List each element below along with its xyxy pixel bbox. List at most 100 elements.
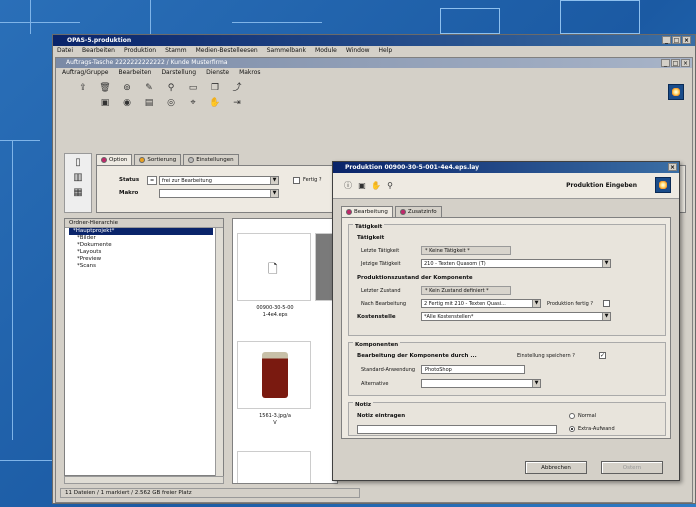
copy-icon[interactable]: ❐ [208,82,222,94]
folder-tree: Ordner-Hierarchie *Hauptprojekt* *Bilder… [64,218,224,476]
desktop-box [440,8,500,34]
tab-einstellungen[interactable]: Einstellungen [183,154,239,165]
dialog-body: Tätigkeit Tätigkeit Letzte Tätigkeit * K… [341,217,671,439]
image-icon[interactable]: ▤ [142,97,156,109]
produktion-fertig-checkbox[interactable] [603,300,610,307]
menu-bearbeiten[interactable]: Bearbeiten [82,46,115,56]
child-titlebar: Auftrags-Tasche 2222222222222 / Kunde Mu… [56,58,692,68]
tree-item-bilder[interactable]: *Bilder [65,235,223,242]
chevron-down-icon: ▼ [532,300,540,307]
app-title: OPAS-5.produktion [67,37,132,44]
makro-select[interactable]: ▼ [159,189,279,198]
document-icon[interactable]: ▯ [71,157,85,169]
export-icon[interactable]: ⇪ [76,82,90,94]
kostenstelle-value: *Alle Kostenstellen* [424,314,474,320]
menu-produktion[interactable]: Produktion [124,46,156,56]
menu-stamm[interactable]: Stamm [165,46,187,56]
kostenstelle-label: Kostenstelle [357,314,396,320]
tools-icon[interactable]: ✎ [142,82,156,94]
info-icon[interactable]: ⓘ [341,180,355,192]
status-value: frei zur Bearbeitung [162,178,212,184]
tab-zusatzinfo[interactable]: Zusatzinfo [394,206,442,217]
thumbnail-jar[interactable] [237,341,311,409]
jetzige-select[interactable]: 210 - Texten Quasom (T) ▼ [421,259,611,268]
einstellung-checkbox[interactable]: ✓ [599,352,606,359]
chevron-down-icon: ▼ [270,177,278,184]
tree-item-scans[interactable]: *Scans [65,263,223,270]
menu-auftrag[interactable]: Auftrag/Gruppe [62,68,108,78]
arrow-icon[interactable]: ⤴ [230,82,244,94]
tree-item-layouts[interactable]: *Layouts [65,249,223,256]
notiz-input[interactable] [357,425,557,434]
menu-help[interactable]: Help [379,46,393,56]
dialog-close-button[interactable]: × [668,163,677,171]
notiz-label: Notiz eintragen [357,413,406,419]
taetigkeit-sub: Tätigkeit [357,235,385,241]
tab-option[interactable]: Option [96,154,133,165]
tree-item-hauptprojekt[interactable]: *Hauptprojekt* [69,228,213,235]
stack-icon[interactable]: ▦ [71,187,85,199]
tree-item-preview[interactable]: *Preview [65,256,223,263]
desktop-line [0,22,80,23]
menu-medien[interactable]: Medien-Bestelleesen [196,46,258,56]
package-icon[interactable]: ▣ [355,180,369,192]
tree-hscrollbar[interactable] [64,476,224,484]
nach-bearbeitung-select[interactable]: 2 Fertig mit 210 - Texten Quasi... ▼ [421,299,541,308]
desktop-line [232,22,322,23]
dialog-title: Produktion 00900-30-5-001-4e4.eps.lay [345,164,480,171]
menu-bearbeiten-2[interactable]: Bearbeiten [118,68,151,78]
menu-makros[interactable]: Makros [239,68,260,78]
thumbnail-next[interactable] [237,451,311,483]
radio-extra[interactable] [569,426,575,432]
standard-input[interactable]: PhotoShop [421,365,525,374]
target-icon[interactable]: ◎ [164,97,178,109]
thumb-caption: 1561-3.jpg/a [259,413,291,419]
radio-normal[interactable] [569,413,575,419]
binoculars-icon[interactable]: ⊚ [120,82,134,94]
letzter-zustand-label: Letzter Zustand [361,288,401,294]
menu-window[interactable]: Window [346,46,370,56]
tree-item-dokumente[interactable]: *Dokumente [65,242,223,249]
einstellung-label: Einstellung speichern ? [517,353,575,359]
child-close-button[interactable]: × [681,59,690,67]
menu-sammelbank[interactable]: Sammelbank [267,46,306,56]
app-menubar: Datei Bearbeiten Produktion Stamm Medien… [53,46,695,56]
maximize-button[interactable]: □ [672,36,681,44]
tree-scrollbar[interactable] [215,228,223,476]
hand-icon[interactable]: ✋ [208,97,222,109]
print-icon[interactable] [76,97,90,109]
tab-bearbeitung[interactable]: Bearbeitung [341,206,393,217]
thumb-caption: 1-4e4.eps [262,312,288,318]
folder-icon[interactable]: ▭ [186,82,200,94]
menu-module[interactable]: Module [315,46,337,56]
status-label: Status [119,177,140,183]
minimize-button[interactable]: _ [662,36,671,44]
child-maximize-button[interactable]: □ [671,59,680,67]
tag-icon[interactable]: ⌖ [186,97,200,109]
makro-label: Makro [119,190,139,196]
hand-icon[interactable]: ✋ [369,180,383,192]
thumbnail-eps[interactable]: 🗋 [237,233,311,301]
close-button[interactable]: × [682,36,691,44]
cancel-button[interactable]: Abbrechen [525,461,587,474]
runner-icon[interactable]: ⚲ [383,180,397,192]
menu-dienste[interactable]: Dienste [206,68,229,78]
alternative-select[interactable]: ▼ [421,379,541,388]
runner-icon[interactable]: ⚲ [164,82,178,94]
package-icon[interactable]: ▣ [98,97,112,109]
exit-icon[interactable]: ⇥ [230,97,244,109]
status-prefix[interactable]: = [147,176,157,185]
kostenstelle-select[interactable]: *Alle Kostenstellen* ▼ [421,312,611,321]
dialog-header-title: Produktion Eingeben [566,182,637,189]
clipboard-icon[interactable]: ▥ [71,172,85,184]
fertig-checkbox[interactable] [293,177,300,184]
disc-icon[interactable]: ◉ [120,97,134,109]
desktop-line [12,140,13,440]
trash-icon[interactable]: 🗑 [98,82,112,94]
menu-darstellung[interactable]: Darstellung [161,68,196,78]
menu-datei[interactable]: Datei [57,46,73,56]
status-select[interactable]: frei zur Bearbeitung ▼ [159,176,279,185]
child-minimize-button[interactable]: _ [661,59,670,67]
tab-sortierung[interactable]: Sortierung [134,154,182,165]
ok-button[interactable]: Ostern [601,461,663,474]
